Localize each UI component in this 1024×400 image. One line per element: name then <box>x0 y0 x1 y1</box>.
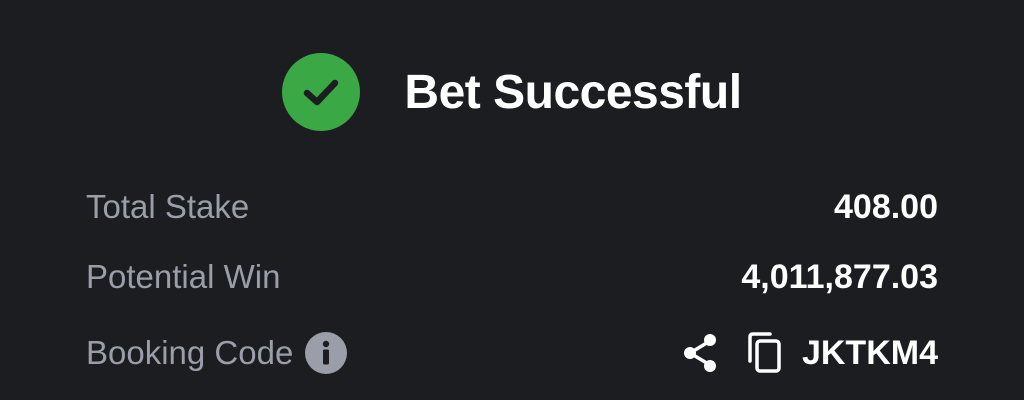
bet-confirmation-panel: Bet Successful Total Stake 408.00 Potent… <box>0 0 1024 400</box>
bet-successful-title: Bet Successful <box>404 65 742 119</box>
bet-result-header: Bet Successful <box>0 52 1024 132</box>
potential-win-label: Potential Win <box>86 258 281 295</box>
total-stake-label: Total Stake <box>86 188 250 225</box>
potential-win-value: 4,011,877.03 <box>741 257 938 296</box>
copy-icon[interactable] <box>744 331 784 375</box>
booking-code-row: Booking Code JKTKM4 <box>86 328 938 378</box>
info-icon[interactable] <box>305 332 348 374</box>
booking-code-value[interactable]: JKTKM4 <box>802 334 938 373</box>
total-stake-row: Total Stake 408.00 <box>86 182 938 232</box>
check-circle-icon <box>282 53 361 131</box>
booking-code-label: Booking Code <box>86 334 294 371</box>
total-stake-value: 408.00 <box>834 187 938 226</box>
potential-win-row: Potential Win 4,011,877.03 <box>86 252 938 302</box>
share-icon[interactable] <box>680 331 720 375</box>
booking-code-actions: JKTKM4 <box>680 331 938 375</box>
booking-code-label-group: Booking Code <box>86 332 348 374</box>
